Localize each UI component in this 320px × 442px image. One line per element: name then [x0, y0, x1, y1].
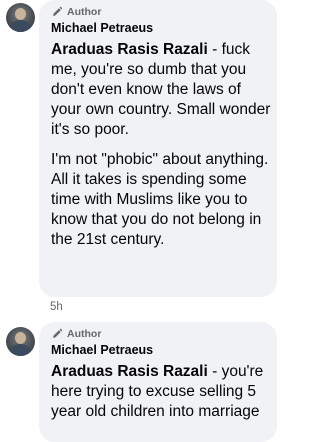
comment-timestamp[interactable]: 5h	[50, 300, 63, 314]
pencil-icon	[53, 328, 63, 338]
commenter-name[interactable]: Michael Petraeus	[51, 342, 153, 358]
comment-paragraph-2: I'm not "phobic" about anything. All it …	[51, 151, 269, 248]
comment-paragraph: Araduas Rasis Razali - fuck me, you're s…	[51, 40, 275, 140]
comment-bubble: Author Michael Petraeus Araduas Rasis Ra…	[39, 0, 277, 297]
commenter-name[interactable]: Michael Petraeus	[51, 20, 153, 36]
avatar[interactable]	[6, 3, 35, 32]
author-badge-label: Author	[67, 328, 102, 340]
author-badge-label: Author	[67, 6, 102, 18]
comment-bubble: Author Michael Petraeus Araduas Rasis Ra…	[39, 322, 277, 442]
avatar[interactable]	[6, 327, 35, 356]
mention-link[interactable]: Araduas Rasis Razali	[51, 363, 208, 380]
avatar-head	[15, 8, 26, 20]
comment-text: Araduas Rasis Razali - fuck me, you're s…	[51, 40, 275, 260]
comment-text: Araduas Rasis Razali - you're here tryin…	[51, 362, 275, 432]
avatar-head	[15, 332, 26, 344]
author-badge: Author	[51, 5, 101, 19]
avatar-body	[10, 20, 31, 32]
mention-link[interactable]: Araduas Rasis Razali	[51, 41, 208, 58]
comment-paragraph: Araduas Rasis Razali - you're here tryin…	[51, 362, 275, 422]
author-badge: Author	[51, 327, 101, 341]
avatar-body	[10, 344, 31, 356]
pencil-icon	[53, 6, 63, 16]
